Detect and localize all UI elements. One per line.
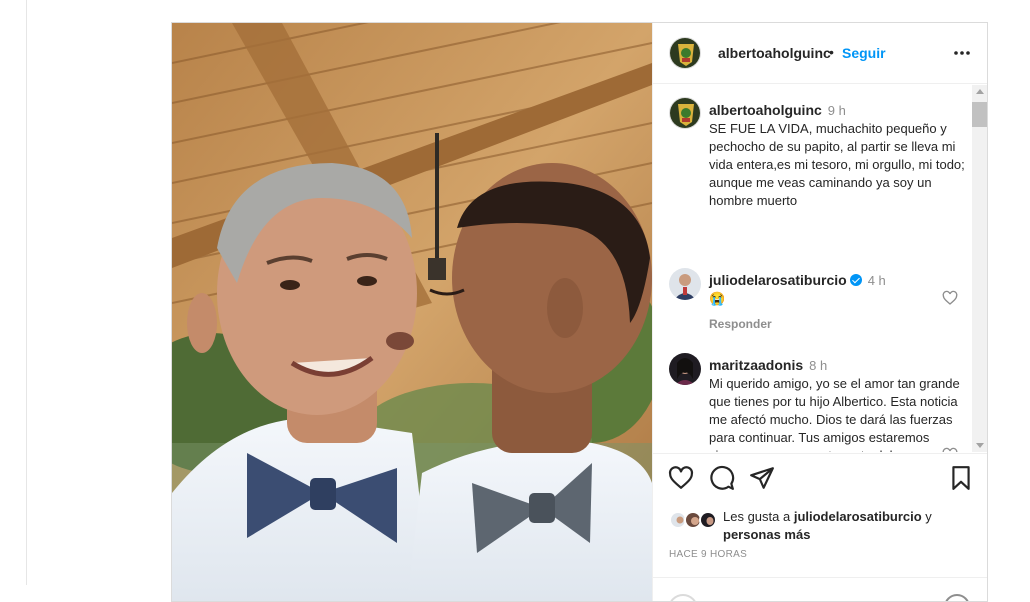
author-username[interactable]: albertoaholguinc xyxy=(718,45,831,61)
verified-badge-icon xyxy=(849,274,862,286)
comment-avatar[interactable] xyxy=(669,353,701,385)
comment-time: 8 h xyxy=(809,358,828,373)
scroll-thumb[interactable] xyxy=(972,102,987,127)
likes-text: Les gusta a juliodelarosatiburcio y pers… xyxy=(723,508,973,544)
likes-more[interactable]: personas más xyxy=(723,527,810,542)
post-modal: albertoaholguinc • Seguir albertoaholgui… xyxy=(171,22,988,602)
comments-scrollbar[interactable] xyxy=(972,85,987,452)
comments-list: albertoaholguinc 9 h SE FUE LA VIDA, much… xyxy=(653,85,987,452)
comment-time: 4 h xyxy=(867,273,886,288)
follow-button[interactable]: Seguir xyxy=(842,45,886,61)
emoji-icon[interactable] xyxy=(668,594,698,601)
reply-button[interactable]: Responder xyxy=(709,317,772,331)
caption-avatar[interactable] xyxy=(669,97,701,129)
page-left-divider xyxy=(26,0,27,585)
caption-text: SE FUE LA VIDA, muchachito pequeño y pec… xyxy=(709,121,965,208)
caption-username[interactable]: albertoaholguinc xyxy=(709,102,822,118)
post-side-panel: albertoaholguinc • Seguir albertoaholgui… xyxy=(652,23,987,601)
caption: albertoaholguinc 9 h SE FUE LA VIDA, much… xyxy=(709,101,965,210)
comment-text: 😭 xyxy=(709,291,726,306)
more-options-icon[interactable] xyxy=(950,41,974,65)
likes-suffix: y xyxy=(921,509,932,524)
comment-emoji-icon[interactable] xyxy=(944,594,970,601)
post-photo[interactable] xyxy=(172,23,652,601)
author-avatar[interactable] xyxy=(669,37,701,69)
comment-username[interactable]: maritzaadonis xyxy=(709,357,803,373)
comment-like-icon[interactable] xyxy=(942,447,958,452)
likes-summary: Les gusta a juliodelarosatiburcio y pers… xyxy=(669,508,969,548)
scroll-down-icon[interactable] xyxy=(976,443,984,448)
comment-like-icon[interactable] xyxy=(942,290,958,306)
photo-illustration xyxy=(172,23,652,601)
likes-prefix: Les gusta a xyxy=(723,509,794,524)
post-actions: Les gusta a juliodelarosatiburcio y pers… xyxy=(653,453,987,601)
comment-bubble-icon[interactable] xyxy=(709,465,735,491)
scroll-up-icon[interactable] xyxy=(976,89,984,94)
share-plane-icon[interactable] xyxy=(749,465,775,491)
comment-avatar[interactable] xyxy=(669,268,701,300)
post-timestamp[interactable]: HACE 9 HORAS xyxy=(669,549,747,560)
comment-username[interactable]: julio­delarosatiburcio xyxy=(709,272,847,288)
comment: maritzaadonis 8 h Mi querido amigo, yo se… xyxy=(709,356,965,452)
comment: julio­delarosatiburcio 4 h 😭 xyxy=(709,271,965,308)
post-header: albertoaholguinc • Seguir xyxy=(653,23,987,84)
comment-text: Mi querido amigo, yo se el amor tan gran… xyxy=(709,376,960,452)
caption-time: 9 h xyxy=(827,103,846,118)
like-heart-icon[interactable] xyxy=(668,465,694,491)
header-separator: • xyxy=(829,44,834,60)
add-comment-row xyxy=(653,577,987,601)
liker-avatar xyxy=(699,511,717,529)
likes-user[interactable]: juliodelarosatiburcio xyxy=(794,509,922,524)
save-bookmark-icon[interactable] xyxy=(948,465,974,491)
